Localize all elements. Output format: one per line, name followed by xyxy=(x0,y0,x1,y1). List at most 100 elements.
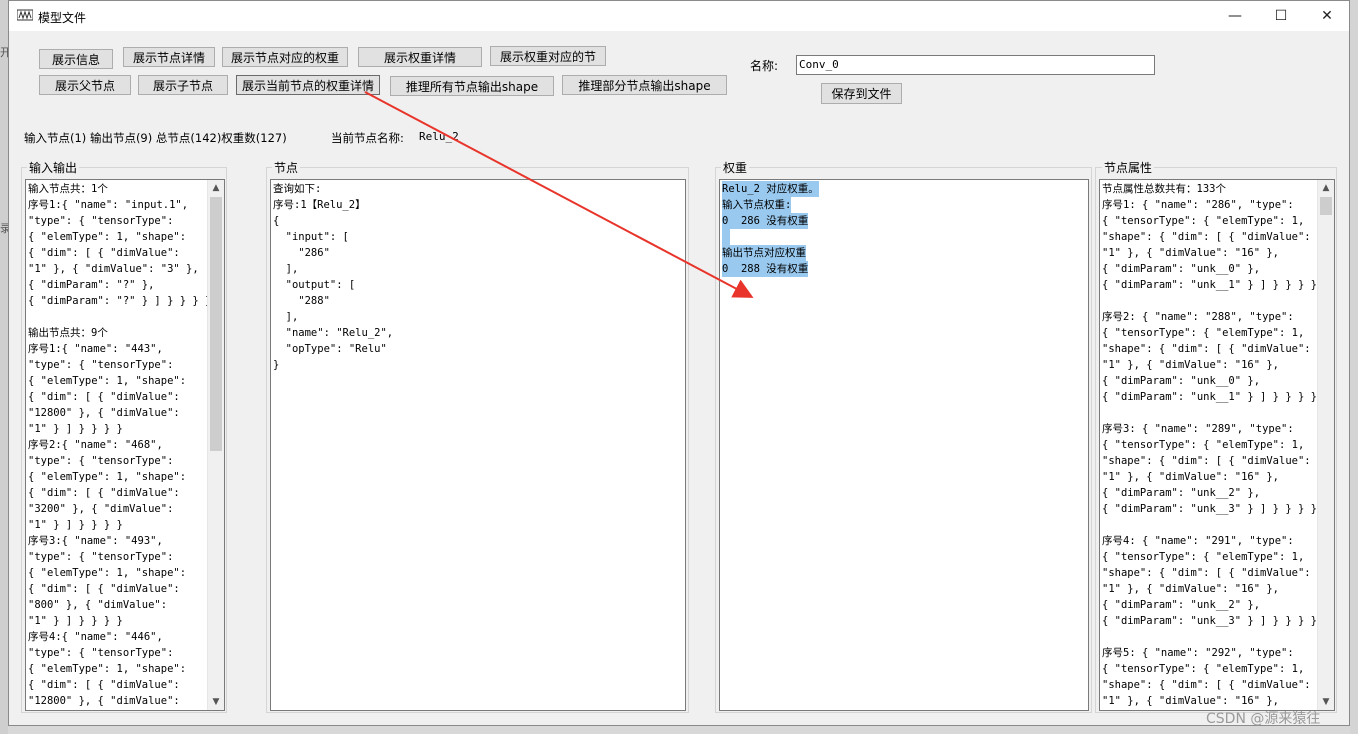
text-line: "3200" }, { "dimValue": xyxy=(28,503,174,515)
text-line: { "dimParam": "unk__1" } ] } } } } xyxy=(1102,391,1317,403)
text-line: 序号2:{ "name": "468", xyxy=(28,439,163,451)
text-line: { "tensorType": { "elemType": 1, xyxy=(1102,551,1305,563)
maximize-button[interactable]: ☐ xyxy=(1258,1,1304,31)
text-line: 0 286 没有权重 xyxy=(722,213,809,229)
text-line xyxy=(1102,405,1317,421)
io-panel-title: 输入输出 xyxy=(27,159,80,176)
text-line: { "dimParam": "unk__2" }, xyxy=(1102,487,1261,499)
weights-panel-title: 权重 xyxy=(721,159,750,176)
text-line: 序号3: { "name": "289", "type": xyxy=(1102,423,1294,435)
text-line: { "tensorType": { "elemType": 1, xyxy=(1102,663,1305,675)
current-node-value: Relu_2 xyxy=(419,130,459,143)
minimize-button[interactable]: — xyxy=(1212,1,1258,31)
scroll-up-icon[interactable]: ▲ xyxy=(1318,180,1334,196)
text-line: "12800" }, { "dimValue": xyxy=(28,695,180,707)
text-line: { "tensorType": { "elemType": 1, xyxy=(1102,327,1305,339)
text-line: { "dimParam": "unk__2" }, xyxy=(1102,599,1261,611)
text-line: "shape": { "dim": [ { "dimValue": xyxy=(1102,455,1311,467)
text-line: 序号5: { "name": "292", "type": xyxy=(1102,647,1294,659)
io-text-content: 输入节点共：1个序号1:{ "name": "input.1", "type": … xyxy=(28,181,211,709)
text-line xyxy=(1102,293,1317,309)
text-line: "type": { "tensorType": xyxy=(28,455,174,467)
text-line: 序号4: { "name": "291", "type": xyxy=(1102,535,1294,547)
name-input[interactable]: Conv_0 xyxy=(796,55,1155,75)
attrs-textbox[interactable]: 节点属性总数共有：133个 序号1: { "name": "286", "type… xyxy=(1099,179,1335,711)
text-line: 节点属性总数共有：133个 xyxy=(1102,183,1226,195)
text-line: { "elemType": 1, "shape": xyxy=(28,567,187,579)
text-line: "288" xyxy=(273,295,330,307)
app-window: 模型文件 — ☐ ✕ 展示信息 展示节点详情 展示节点对应的权重 展示权重详情 … xyxy=(8,0,1350,726)
node-textbox[interactable]: 查询如下: 序号:1【Relu_2】 { "input": [ "286" ], "… xyxy=(270,179,686,711)
attrs-scroll-thumb[interactable] xyxy=(1320,197,1332,215)
text-line: { "dimParam": "unk__1" } ] } } } } xyxy=(1102,279,1317,291)
text-line: } xyxy=(273,359,280,371)
name-label: 名称: xyxy=(750,59,779,73)
text-line: ], xyxy=(273,263,299,275)
show-parent-node-button[interactable]: 展示父节点 xyxy=(39,75,131,95)
text-line xyxy=(28,309,211,325)
io-scrollbar[interactable]: ▲ ▼ xyxy=(207,180,224,710)
scroll-down-icon[interactable]: ▼ xyxy=(1318,694,1334,710)
text-line: { "dimParam": "unk__0" }, xyxy=(1102,375,1261,387)
text-line: 序号2: { "name": "288", "type": xyxy=(1102,311,1294,323)
current-node-label: 当前节点名称: xyxy=(331,131,404,145)
text-line: 查询如下: xyxy=(273,183,322,195)
title-bar[interactable]: 模型文件 — ☐ ✕ xyxy=(9,1,1349,31)
text-line: { "dim": [ { "dimValue": xyxy=(28,247,180,259)
text-line: "800" }, { "dimValue": xyxy=(28,599,168,611)
scroll-down-icon[interactable]: ▼ xyxy=(208,694,224,710)
text-line: { "dimParam": "unk__3" } ] } } } } xyxy=(1102,503,1317,515)
show-current-node-weights-button[interactable]: 展示当前节点的权重详情 xyxy=(236,75,380,95)
text-line: { "dim": [ { "dimValue": xyxy=(28,391,180,403)
text-line: "12800" }, { "dimValue": xyxy=(28,407,180,419)
show-info-button[interactable]: 展示信息 xyxy=(39,49,113,69)
text-line: "1" }, { "dimValue": "3" }, xyxy=(28,263,199,275)
text-line: "type": { "tensorType": xyxy=(28,359,174,371)
text-line xyxy=(1102,629,1317,645)
text-line: { "dimParam": "unk__0" }, xyxy=(1102,263,1261,275)
show-node-detail-button[interactable]: 展示节点详情 xyxy=(123,47,215,67)
text-line: 序号1:{ "name": "input.1", xyxy=(28,199,189,211)
text-line: "1" } ] } } } } xyxy=(28,615,123,627)
summary-text: 输入节点(1) 输出节点(9) 总节点(142)权重数(127) xyxy=(24,131,287,145)
scroll-up-icon[interactable]: ▲ xyxy=(208,180,224,196)
weights-textbox[interactable]: Relu_2 对应权重。 输入节点权重: 0 286 没有权重 输出节点对应权重 0 … xyxy=(719,179,1089,711)
show-weight-node-button[interactable]: 展示权重对应的节 xyxy=(490,46,606,66)
text-line: 序号4:{ "name": "446", xyxy=(28,631,163,643)
show-weight-detail-button[interactable]: 展示权重详情 xyxy=(358,47,482,67)
text-line xyxy=(1102,517,1317,533)
text-line: 0 288 没有权重 xyxy=(722,261,809,277)
text-line: "1" }, { "dimValue": "16" }, xyxy=(1102,471,1280,483)
text-line: { "dimParam": "?" }, xyxy=(28,279,155,291)
io-scroll-thumb[interactable] xyxy=(210,197,222,451)
text-line: "opType": "Relu" xyxy=(273,343,387,355)
attrs-panel-title: 节点属性 xyxy=(1102,159,1155,176)
text-line: "shape": { "dim": [ { "dimValue": xyxy=(1102,343,1311,355)
infer-all-shapes-button[interactable]: 推理所有节点输出shape xyxy=(390,76,554,96)
infer-partial-shapes-button[interactable]: 推理部分节点输出shape xyxy=(562,75,727,95)
text-line: "1" }, { "dimValue": "16" }, xyxy=(1102,695,1280,707)
text-line: "286" xyxy=(273,247,330,259)
text-line: ], xyxy=(273,311,299,323)
node-panel-title: 节点 xyxy=(272,159,301,176)
show-node-weights-button[interactable]: 展示节点对应的权重 xyxy=(222,47,348,67)
attrs-scrollbar[interactable]: ▲ ▼ xyxy=(1317,180,1334,710)
show-child-node-button[interactable]: 展示子节点 xyxy=(138,75,228,95)
attrs-text-content: 节点属性总数共有：133个 序号1: { "name": "286", "type… xyxy=(1102,181,1317,709)
text-line: { "elemType": 1, "shape": xyxy=(28,231,187,243)
text-line: "type": { "tensorType": xyxy=(28,551,174,563)
app-icon xyxy=(17,9,33,21)
text-line: "name": "Relu_2", xyxy=(273,327,394,339)
io-textbox[interactable]: 输入节点共：1个序号1:{ "name": "input.1", "type": … xyxy=(25,179,225,711)
text-line: "shape": { "dim": [ { "dimValue": xyxy=(1102,567,1311,579)
text-line: "shape": { "dim": [ { "dimValue": xyxy=(1102,231,1311,243)
text-line: 输入节点权重: xyxy=(722,197,792,213)
node-text-content: 查询如下: 序号:1【Relu_2】 { "input": [ "286" ], "… xyxy=(273,181,393,373)
text-line: { "elemType": 1, "shape": xyxy=(28,375,187,387)
text-line: { "tensorType": { "elemType": 1, xyxy=(1102,215,1305,227)
text-line xyxy=(722,229,730,245)
close-button[interactable]: ✕ xyxy=(1304,1,1350,31)
save-to-file-button[interactable]: 保存到文件 xyxy=(821,83,902,104)
text-line: { "tensorType": { "elemType": 1, xyxy=(1102,439,1305,451)
text-line: 输入节点共：1个 xyxy=(28,183,108,195)
